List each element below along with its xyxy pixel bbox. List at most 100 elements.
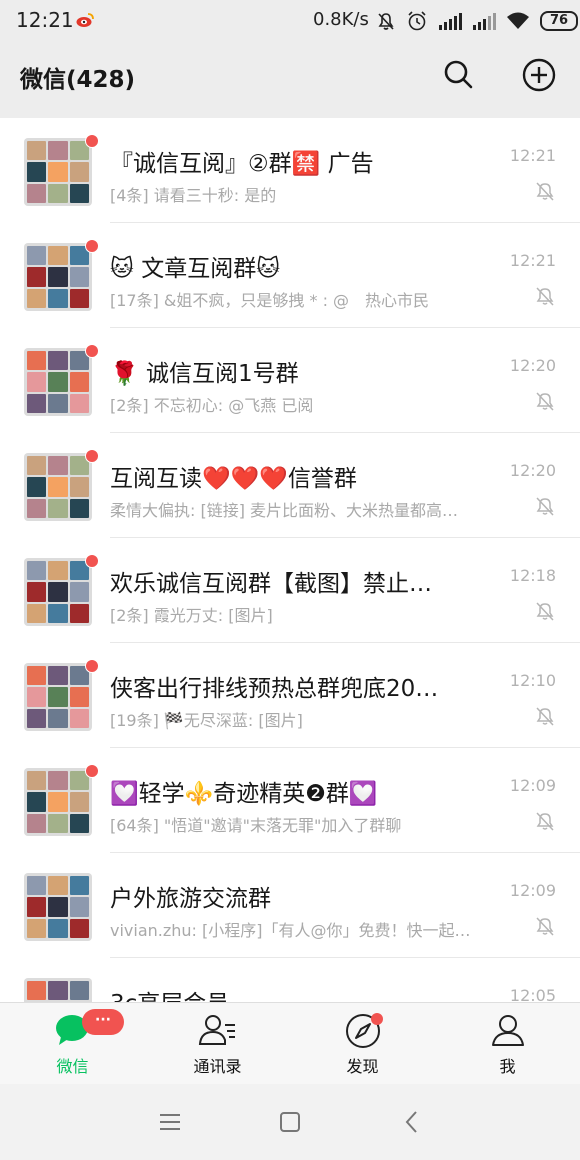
mute-bell-icon: [536, 392, 554, 411]
avatar-tile: [27, 981, 47, 1001]
tab-me[interactable]: 我: [435, 1003, 580, 1084]
status-bar: 12:21 0.8K/s 76: [0, 0, 580, 44]
bottom-tab-bar: ··· 微信 通讯录 发现 我: [0, 1002, 580, 1084]
avatar-tile: [27, 183, 47, 203]
group-avatar: [24, 348, 92, 416]
avatar-tile: [48, 813, 68, 833]
avatar-tile: [48, 456, 68, 476]
unread-dot: [85, 134, 99, 148]
chat-list[interactable]: 『诚信互阅』②群🈲 广告 12:21 [4条] 请看三十秒: 是的 🐱 文章互阅…: [0, 118, 580, 1002]
avatar-tile: [69, 876, 89, 896]
home-icon[interactable]: [276, 1108, 304, 1136]
chat-row[interactable]: 欢乐诚信互阅群【截图】禁止… 12:18 [2条] 霞光万丈: [图片]: [0, 538, 580, 643]
avatar-tile: [27, 561, 47, 581]
chat-row[interactable]: 『诚信互阅』②群🈲 广告 12:21 [4条] 请看三十秒: 是的: [0, 118, 580, 223]
menu-icon[interactable]: [156, 1108, 184, 1136]
tab-chats[interactable]: ··· 微信: [0, 1003, 145, 1084]
search-icon[interactable]: [442, 58, 474, 90]
add-icon[interactable]: [522, 58, 556, 92]
chat-preview: [17条] &姐不疯，只是够拽 * : @ 热心市民: [110, 291, 430, 310]
avatar-tile: [69, 603, 89, 623]
chat-name: 互阅互读❤️❤️❤️信誉群: [110, 466, 357, 492]
alarm-icon: [408, 11, 426, 31]
group-avatar: [24, 663, 92, 731]
avatar-tile: [27, 351, 47, 371]
chat-row[interactable]: 🐱 文章互阅群🐱 12:21 [17条] &姐不疯，只是够拽 * : @ 热心市…: [0, 223, 580, 328]
chat-preview: [2条] 霞光万丈: [图片]: [110, 606, 273, 625]
tab-label: 通讯录: [193, 1057, 242, 1076]
unread-dot: [85, 659, 99, 673]
avatar-tile: [48, 918, 68, 938]
unread-dot: [85, 764, 99, 778]
unread-dot: [85, 449, 99, 463]
avatar-tile: [69, 183, 89, 203]
chat-time: 12:21: [509, 146, 556, 165]
chat-time: 12:10: [509, 671, 556, 690]
chat-row[interactable]: 💟轻学⚜️奇迹精英❷群💟 12:09 [64条] "悟道"邀请"末落无罪"加入了…: [0, 748, 580, 853]
avatar-tile: [48, 393, 68, 413]
avatar-tile: [27, 477, 47, 497]
chat-preview: 柔情大偏执: [链接] 麦片比面粉、大米热量都高…: [110, 501, 459, 520]
avatar-tile: [27, 393, 47, 413]
status-time: 12:21: [16, 8, 74, 32]
avatar-tile: [48, 897, 68, 917]
app-header: 微信(428): [0, 44, 580, 108]
chat-time: 12:05: [509, 986, 556, 1002]
avatar-tile: [48, 372, 68, 392]
avatar-tile: [27, 498, 47, 518]
tab-label: 微信: [56, 1057, 89, 1076]
avatar-tile: [69, 918, 89, 938]
chat-time: 12:20: [509, 356, 556, 375]
avatar-tile: [27, 372, 47, 392]
unread-dot: [85, 344, 99, 358]
group-avatar: [24, 243, 92, 311]
avatar-tile: [69, 708, 89, 728]
tab-label: 发现: [346, 1057, 379, 1076]
chat-row[interactable]: 户外旅游交流群 12:09 vivian.zhu: [小程序]「有人@你」免费！…: [0, 853, 580, 958]
tab-discover[interactable]: 发现: [290, 1003, 435, 1084]
avatar-tile: [27, 267, 47, 287]
back-icon[interactable]: [398, 1108, 426, 1136]
avatar-tile: [27, 876, 47, 896]
mute-bell-icon: [536, 287, 554, 306]
avatar-tile: [48, 708, 68, 728]
weibo-icon: [76, 13, 94, 27]
avatar-tile: [48, 603, 68, 623]
avatar-tile: [48, 246, 68, 266]
avatar-tile: [48, 687, 68, 707]
avatar-tile: [27, 162, 47, 182]
avatar-tile: [48, 876, 68, 896]
unread-dot: [85, 554, 99, 568]
avatar-tile: [27, 918, 47, 938]
avatar-tile: [69, 897, 89, 917]
mute-bell-icon: [536, 707, 554, 726]
tab-contacts[interactable]: 通讯录: [145, 1003, 290, 1084]
unread-badge: ···: [82, 1009, 124, 1035]
signal-icon: [439, 13, 462, 30]
avatar-tile: [48, 582, 68, 602]
mute-bell-icon: [536, 812, 554, 831]
chat-preview: vivian.zhu: [小程序]「有人@你」免费！快一起…: [110, 921, 471, 940]
mute-bell-icon: [536, 497, 554, 516]
chat-row[interactable]: 3c高层会员 12:05: [0, 958, 580, 1002]
avatar-tile: [69, 393, 89, 413]
avatar-tile: [27, 456, 47, 476]
chat-time: 12:09: [509, 881, 556, 900]
chat-name: 🌹 诚信互阅1号群: [110, 361, 299, 387]
avatar-tile: [48, 162, 68, 182]
chat-row[interactable]: 🌹 诚信互阅1号群 12:20 [2条] 不忘初心: @飞燕 已阅: [0, 328, 580, 433]
avatar-tile: [48, 498, 68, 518]
avatar-tile: [48, 771, 68, 791]
avatar-tile: [48, 183, 68, 203]
chat-row[interactable]: 侠客出行排线预热总群兜底20… 12:10 [19条] 🏁无尽深蓝: [图片]: [0, 643, 580, 748]
avatar-tile: [69, 792, 89, 812]
page-title: 微信(428): [20, 67, 136, 93]
status-icons: 76: [376, 9, 578, 33]
avatar-tile: [69, 477, 89, 497]
chat-time: 12:21: [509, 251, 556, 270]
avatar-tile: [69, 288, 89, 308]
group-avatar: [24, 453, 92, 521]
avatar-tile: [48, 351, 68, 371]
avatar-tile: [69, 582, 89, 602]
chat-row[interactable]: 互阅互读❤️❤️❤️信誉群 12:20 柔情大偏执: [链接] 麦片比面粉、大米…: [0, 433, 580, 538]
